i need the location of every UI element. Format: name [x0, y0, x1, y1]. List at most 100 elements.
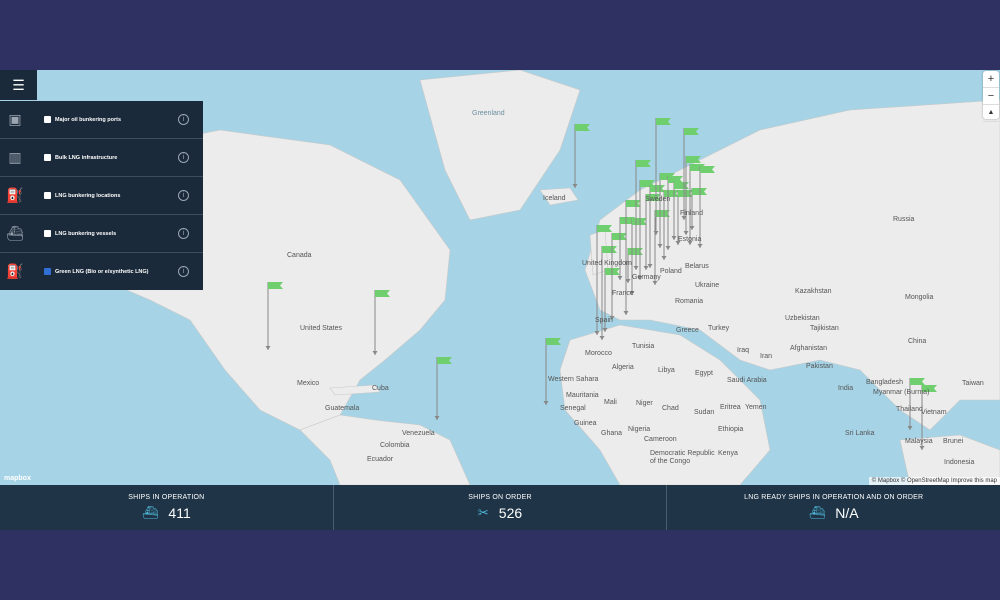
- compass-reset-button[interactable]: ▲: [983, 105, 999, 122]
- green-lng-flag[interactable]: [686, 156, 701, 163]
- stat-value: 526: [498, 505, 523, 521]
- label-kazakhstan: Kazakhstan: [795, 288, 832, 295]
- info-icon[interactable]: i: [178, 266, 189, 277]
- flag-pointer: [543, 401, 549, 405]
- layer-checkbox[interactable]: [44, 230, 51, 237]
- info-icon[interactable]: i: [178, 228, 189, 239]
- label-china: China: [908, 338, 927, 345]
- map-app: Greenland Iceland Canada United States M…: [0, 70, 1000, 530]
- label-iceland: Iceland: [543, 195, 566, 202]
- label-ecuador: Ecuador: [367, 456, 394, 463]
- green-lng-flag[interactable]: [575, 124, 590, 131]
- layer-oil-ports[interactable]: ▣ Major oil bunkering ports i: [0, 101, 203, 139]
- layer-label: Major oil bunkering ports: [55, 116, 122, 123]
- lng-ready-ship-icon: ⛴: [808, 505, 826, 520]
- oil-port-icon: ▣: [8, 111, 22, 127]
- layer-checkbox[interactable]: [44, 154, 51, 161]
- green-fuel-pump-icon: ⛽: [6, 263, 24, 279]
- zoom-in-button[interactable]: +: [983, 71, 999, 88]
- label-vietnam: Vietnam: [921, 409, 947, 416]
- label-india: India: [838, 385, 854, 392]
- stats-bar: SHIPS IN OPERATION ⛴ 411 SHIPS ON ORDER ✂…: [0, 485, 1000, 530]
- info-icon[interactable]: i: [178, 190, 189, 201]
- label-chad: Chad: [662, 405, 679, 412]
- layer-checkbox[interactable]: [44, 192, 51, 199]
- label-tajikistan: Tajikistan: [810, 325, 839, 332]
- stat-title: SHIPS ON ORDER: [468, 494, 532, 501]
- fuel-pump-icon: ⛽: [6, 187, 24, 203]
- label-sweden: Sweden: [645, 196, 671, 203]
- label-cuba: Cuba: [372, 385, 389, 392]
- label-sri-lanka: Sri Lanka: [845, 430, 875, 437]
- mapbox-logo[interactable]: mapbox: [4, 475, 31, 482]
- label-indonesia: Indonesia: [944, 459, 975, 466]
- label-united-states: United States: [300, 325, 343, 332]
- label-algeria: Algeria: [612, 364, 634, 371]
- layer-lng-bunkering-vessels[interactable]: ⛴ LNG bunkering vessels i: [0, 215, 203, 253]
- label-drc: Democratic Republic of the Congo: [650, 450, 715, 465]
- label-romania: Romania: [675, 298, 704, 305]
- info-icon[interactable]: i: [178, 114, 189, 125]
- green-lng-flag[interactable]: [546, 338, 561, 345]
- layer-checkbox-checked[interactable]: [44, 268, 51, 275]
- green-lng-flag[interactable]: [437, 357, 452, 364]
- layer-green-lng[interactable]: ⛽ Green LNG (Bio or e/synthetic LNG) i: [0, 253, 203, 290]
- label-greece: Greece: [676, 327, 699, 334]
- stat-ships-on-order: SHIPS ON ORDER ✂ 526: [334, 485, 668, 530]
- label-kenya: Kenya: [718, 450, 738, 457]
- label-libya: Libya: [658, 367, 675, 374]
- layer-label: LNG bunkering locations: [55, 192, 121, 199]
- label-mauritania: Mauritania: [566, 392, 599, 399]
- zoom-controls: + − ▲: [983, 71, 999, 122]
- label-yemen: Yemen: [745, 404, 767, 411]
- tools-icon: ✂: [477, 505, 489, 520]
- label-greenland: Greenland: [472, 110, 505, 117]
- layer-panel: ▣ Major oil bunkering ports i ▥ Bulk LNG…: [0, 101, 203, 290]
- stat-value: 411: [168, 505, 191, 521]
- label-malaysia: Malaysia: [905, 438, 933, 445]
- label-uzbekistan: Uzbekistan: [785, 315, 820, 322]
- label-spain: Spain: [595, 317, 613, 324]
- label-iran: Iran: [760, 353, 773, 360]
- label-myanmar: Myanmar (Burma): [873, 389, 930, 396]
- flag-pointer: [572, 184, 578, 188]
- label-niger: Niger: [636, 400, 653, 407]
- lng-infrastructure-icon: ▥: [8, 149, 22, 165]
- menu-button[interactable]: ☰: [0, 70, 37, 100]
- label-mongolia: Mongolia: [905, 294, 934, 301]
- label-afghanistan: Afghanistan: [790, 345, 827, 352]
- label-turkey: Turkey: [708, 325, 730, 332]
- map-attribution[interactable]: © Mapbox © OpenStreetMap Improve this ma…: [868, 477, 1000, 485]
- label-guinea: Guinea: [574, 420, 597, 427]
- hamburger-icon: ☰: [12, 76, 25, 93]
- label-iraq: Iraq: [737, 347, 750, 354]
- layer-bulk-lng[interactable]: ▥ Bulk LNG infrastructure i: [0, 139, 203, 177]
- zoom-out-button[interactable]: −: [983, 88, 999, 105]
- south-america-landmass: [299, 414, 471, 485]
- green-lng-flag[interactable]: [684, 128, 699, 135]
- label-guatemala: Guatemala: [325, 405, 360, 412]
- stat-title: LNG READY SHIPS IN OPERATION AND ON ORDE…: [744, 494, 924, 501]
- layer-checkbox[interactable]: [44, 116, 51, 123]
- label-western-sahara: Western Sahara: [548, 376, 599, 383]
- label-egypt: Egypt: [695, 370, 713, 377]
- label-france: France: [612, 290, 634, 297]
- label-venezuela: Venezuela: [402, 430, 435, 437]
- green-lng-flag[interactable]: [636, 160, 651, 167]
- label-ethiopia: Ethiopia: [718, 426, 744, 433]
- flag-pointer: [434, 416, 440, 420]
- label-ukraine: Ukraine: [695, 282, 720, 289]
- layer-lng-bunkering-locations[interactable]: ⛽ LNG bunkering locations i: [0, 177, 203, 215]
- ship-icon: ⛴: [141, 505, 159, 520]
- label-sudan: Sudan: [694, 409, 715, 416]
- label-thailand: Thailand: [896, 406, 923, 413]
- green-lng-flag[interactable]: [656, 118, 671, 125]
- label-mexico: Mexico: [297, 380, 320, 387]
- layer-label: LNG bunkering vessels: [55, 230, 117, 237]
- label-estonia: Estonia: [678, 236, 702, 243]
- label-saudi-arabia: Saudi Arabia: [727, 377, 767, 384]
- info-icon[interactable]: i: [178, 152, 189, 163]
- flag-pointer: [907, 426, 913, 430]
- label-ghana: Ghana: [601, 430, 623, 437]
- stat-title: SHIPS IN OPERATION: [128, 494, 205, 501]
